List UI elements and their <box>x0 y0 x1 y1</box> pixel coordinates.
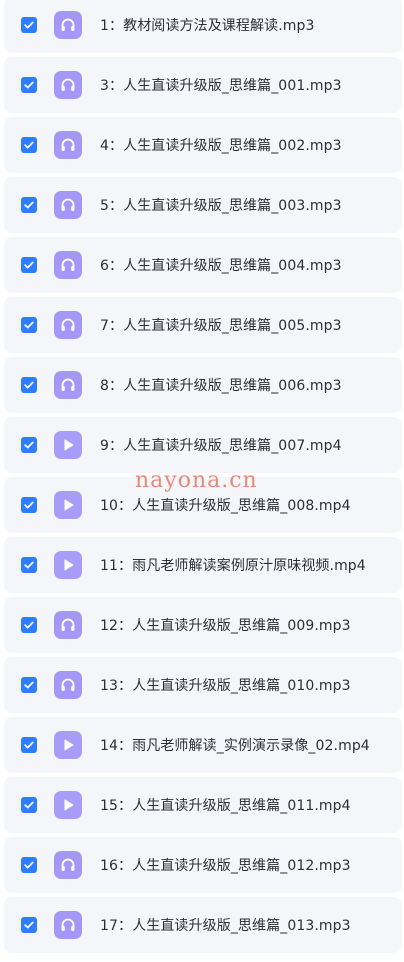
file-checkbox[interactable] <box>21 617 37 633</box>
checkmark-icon <box>24 621 34 629</box>
file-name: 10：人生直读升级版_思维篇_008.mp4 <box>100 498 351 514</box>
file-checkbox[interactable] <box>21 257 37 273</box>
file-checkbox[interactable] <box>21 377 37 393</box>
watermark: nayona.cn <box>135 468 258 493</box>
file-name: 15：人生直读升级版_思维篇_011.mp4 <box>100 798 351 814</box>
file-row[interactable]: 15：人生直读升级版_思维篇_011.mp4 <box>4 777 402 833</box>
file-name: 12：人生直读升级版_思维篇_009.mp3 <box>100 618 351 634</box>
file-checkbox[interactable] <box>21 737 37 753</box>
file-name: 9：人生直读升级版_思维篇_007.mp4 <box>100 438 342 454</box>
file-row[interactable]: 11：雨凡老师解读案例原汁原味视频.mp4 <box>4 537 402 593</box>
file-checkbox[interactable] <box>21 77 37 93</box>
file-checkbox[interactable] <box>21 857 37 873</box>
file-checkbox[interactable] <box>21 137 37 153</box>
file-name: 1：教材阅读方法及课程解读.mp3 <box>100 18 315 34</box>
file-row[interactable]: 16：人生直读升级版_思维篇_012.mp3 <box>4 837 402 893</box>
checkmark-icon <box>24 801 34 809</box>
file-checkbox[interactable] <box>21 557 37 573</box>
headphones-icon <box>54 851 82 879</box>
play-icon <box>54 491 82 519</box>
file-name: 14：雨凡老师解读_实例演示录像_02.mp4 <box>100 738 370 754</box>
file-row[interactable]: 6：人生直读升级版_思维篇_004.mp3 <box>4 237 402 293</box>
file-name: 3：人生直读升级版_思维篇_001.mp3 <box>100 78 342 94</box>
checkmark-icon <box>24 321 34 329</box>
headphones-icon <box>54 371 82 399</box>
file-checkbox[interactable] <box>21 497 37 513</box>
file-checkbox[interactable] <box>21 677 37 693</box>
headphones-icon <box>54 611 82 639</box>
checkmark-icon <box>24 81 34 89</box>
file-row[interactable]: 14：雨凡老师解读_实例演示录像_02.mp4 <box>4 717 402 773</box>
checkmark-icon <box>24 381 34 389</box>
checkmark-icon <box>24 261 34 269</box>
file-row[interactable]: 3：人生直读升级版_思维篇_001.mp3 <box>4 57 402 113</box>
play-icon <box>54 791 82 819</box>
play-icon <box>54 431 82 459</box>
checkmark-icon <box>24 921 34 929</box>
file-row[interactable]: 17：人生直读升级版_思维篇_013.mp3 <box>4 897 402 953</box>
file-row[interactable]: 4：人生直读升级版_思维篇_002.mp3 <box>4 117 402 173</box>
checkmark-icon <box>24 201 34 209</box>
headphones-icon <box>54 11 82 39</box>
checkmark-icon <box>24 681 34 689</box>
file-row[interactable]: 1：教材阅读方法及课程解读.mp3 <box>4 0 402 53</box>
file-name: 5：人生直读升级版_思维篇_003.mp3 <box>100 198 342 214</box>
headphones-icon <box>54 131 82 159</box>
file-row[interactable]: 9：人生直读升级版_思维篇_007.mp4 <box>4 417 402 473</box>
file-checkbox[interactable] <box>21 797 37 813</box>
file-checkbox[interactable] <box>21 317 37 333</box>
file-checkbox[interactable] <box>21 17 37 33</box>
play-icon <box>54 731 82 759</box>
headphones-icon <box>54 311 82 339</box>
headphones-icon <box>54 911 82 939</box>
file-row[interactable]: 8：人生直读升级版_思维篇_006.mp3 <box>4 357 402 413</box>
checkmark-icon <box>24 441 34 449</box>
file-name: 8：人生直读升级版_思维篇_006.mp3 <box>100 378 342 394</box>
file-row[interactable]: 13：人生直读升级版_思维篇_010.mp3 <box>4 657 402 713</box>
headphones-icon <box>54 671 82 699</box>
headphones-icon <box>54 251 82 279</box>
file-name: 6：人生直读升级版_思维篇_004.mp3 <box>100 258 342 274</box>
file-name: 7：人生直读升级版_思维篇_005.mp3 <box>100 318 342 334</box>
file-row[interactable]: 5：人生直读升级版_思维篇_003.mp3 <box>4 177 402 233</box>
file-checkbox[interactable] <box>21 437 37 453</box>
file-name: 17：人生直读升级版_思维篇_013.mp3 <box>100 918 351 934</box>
headphones-icon <box>54 71 82 99</box>
checkmark-icon <box>24 141 34 149</box>
checkmark-icon <box>24 861 34 869</box>
checkmark-icon <box>24 21 34 29</box>
checkmark-icon <box>24 501 34 509</box>
play-icon <box>54 551 82 579</box>
file-name: 4：人生直读升级版_思维篇_002.mp3 <box>100 138 342 154</box>
file-name: 16：人生直读升级版_思维篇_012.mp3 <box>100 858 351 874</box>
file-checkbox[interactable] <box>21 197 37 213</box>
checkmark-icon <box>24 741 34 749</box>
file-row[interactable]: 7：人生直读升级版_思维篇_005.mp3 <box>4 297 402 353</box>
file-row[interactable]: 12：人生直读升级版_思维篇_009.mp3 <box>4 597 402 653</box>
file-name: 11：雨凡老师解读案例原汁原味视频.mp4 <box>100 558 366 574</box>
file-checkbox[interactable] <box>21 917 37 933</box>
checkmark-icon <box>24 561 34 569</box>
headphones-icon <box>54 191 82 219</box>
file-name: 13：人生直读升级版_思维篇_010.mp3 <box>100 678 351 694</box>
